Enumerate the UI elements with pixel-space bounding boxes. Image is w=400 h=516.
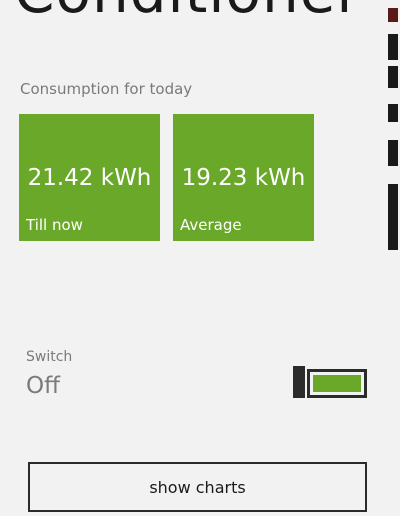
power-toggle[interactable] [293,366,369,400]
switch-label: Switch [26,349,73,365]
show-charts-button[interactable]: show charts [28,462,367,512]
tile-value: 19.23 kWh [181,165,306,191]
consumption-tile-till-now[interactable]: 21.42 kWh Till now [19,114,160,241]
tile-caption: Till now [26,216,83,234]
tile-caption: Average [180,216,242,234]
page-title: Conditioner [14,0,361,24]
tile-value: 21.42 kWh [27,165,152,191]
switch-state: Off [26,373,60,399]
consumption-tile-average[interactable]: 19.23 kWh Average [173,114,314,241]
toggle-fill [313,375,361,392]
toggle-track [307,369,367,398]
section-label: Consumption for today [20,80,193,98]
edge-decoration [386,0,400,260]
toggle-thumb[interactable] [293,366,305,398]
